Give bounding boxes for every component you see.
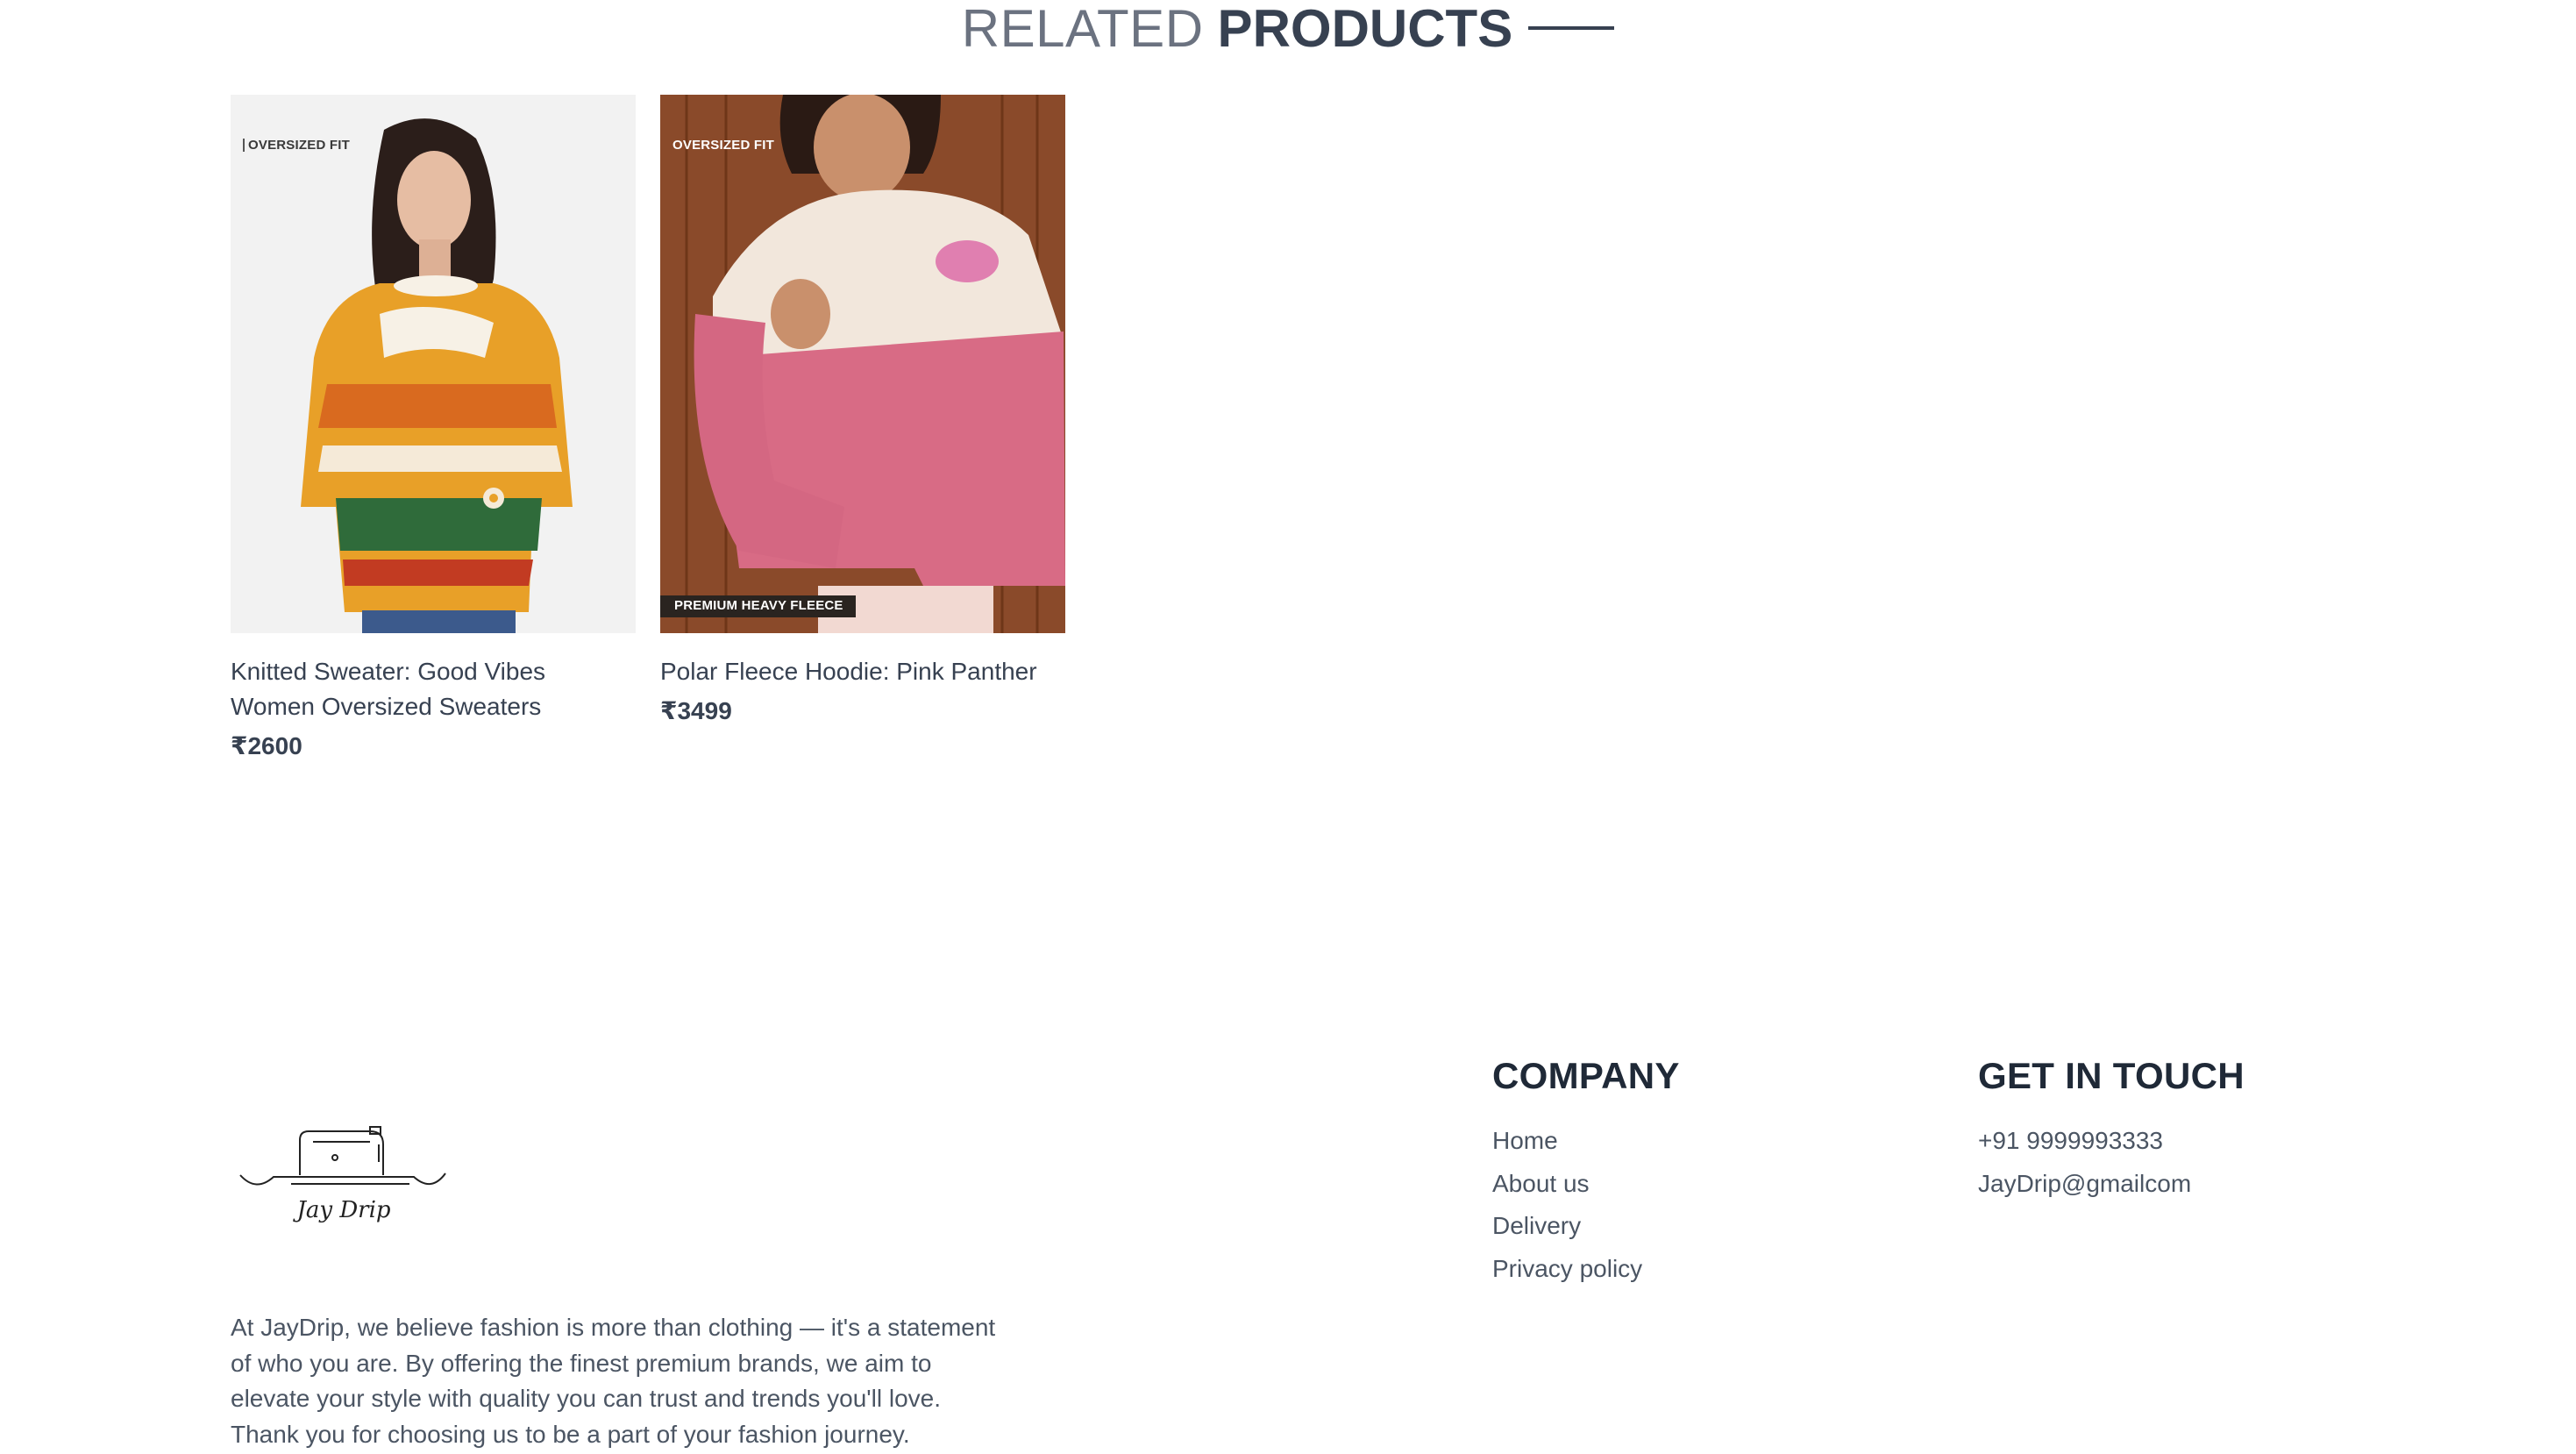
hoodie-photo	[660, 95, 1065, 633]
related-title-light: RELATED	[961, 0, 1204, 58]
contact-heading: GET IN TOUCH	[1978, 1055, 2245, 1096]
page: RELATED PRODUCTS OVERSIZED FIT Knitted S…	[0, 0, 2576, 1454]
heading-rule	[1528, 26, 1615, 30]
contact-phone[interactable]: +91 9999993333	[1978, 1120, 2245, 1163]
related-title-bold: PRODUCTS	[1217, 0, 1513, 58]
footer-contact-column: GET IN TOUCH +91 9999993333 JayDrip@gmai…	[1978, 1050, 2245, 1205]
product-price: ₹2600	[231, 732, 302, 759]
footer-link-home[interactable]: Home	[1492, 1120, 1680, 1163]
badge-oversized-fit: OVERSIZED FIT	[243, 139, 350, 152]
product-name[interactable]: Knitted Sweater: Good Vibes Women Oversi…	[231, 654, 636, 724]
footer-about-text: At JayDrip, we believe fashion is more t…	[231, 1314, 996, 1448]
contact-list: +91 9999993333 JayDrip@gmailcom	[1978, 1120, 2245, 1205]
sewing-machine-icon: Jay Drip	[239, 1126, 446, 1223]
footer-company-column: COMPANY Home About us Delivery Privacy p…	[1492, 1050, 1680, 1290]
footer-logo[interactable]: Jay Drip	[238, 1123, 449, 1228]
badge-premium-heavy-fleece: PREMIUM HEAVY FLEECE	[660, 595, 856, 617]
product-price: ₹3499	[660, 697, 732, 724]
company-links: Home About us Delivery Privacy policy	[1492, 1120, 1680, 1290]
contact-email[interactable]: JayDrip@gmailcom	[1978, 1163, 2245, 1206]
product-name[interactable]: Polar Fleece Hoodie: Pink Panther	[660, 654, 1065, 689]
footer-link-about-us[interactable]: About us	[1492, 1163, 1680, 1206]
footer-link-privacy-policy[interactable]: Privacy policy	[1492, 1248, 1680, 1291]
related-products-heading: RELATED PRODUCTS	[0, 0, 2576, 58]
company-heading: COMPANY	[1492, 1055, 1680, 1096]
logo-text: Jay Drip	[292, 1197, 390, 1223]
badge-oversized-fit: OVERSIZED FIT	[672, 138, 774, 153]
product-image[interactable]: OVERSIZED FIT PREMIUM HEAVY FLEECE	[660, 95, 1065, 633]
footer-link-delivery[interactable]: Delivery	[1492, 1205, 1680, 1248]
product-image[interactable]: OVERSIZED FIT	[231, 95, 636, 633]
product-card-pink-panther-hoodie[interactable]: OVERSIZED FIT PREMIUM HEAVY FLEECE Polar…	[660, 95, 1065, 725]
sweater-photo	[231, 95, 636, 633]
product-card-knitted-sweater[interactable]: OVERSIZED FIT Knitted Sweater: Good Vibe…	[231, 95, 636, 760]
